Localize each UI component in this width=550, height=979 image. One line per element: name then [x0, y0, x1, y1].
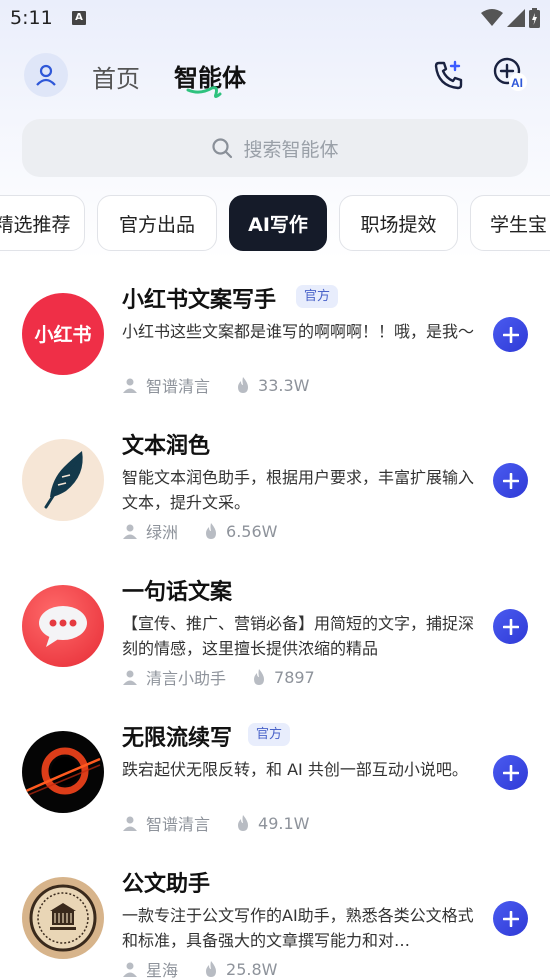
chip-official[interactable]: 官方出品 — [97, 195, 217, 251]
notification-icon: A — [72, 11, 86, 25]
user-icon — [123, 524, 137, 539]
phone-plus-icon — [434, 60, 463, 90]
agent-count: 25.8W — [226, 959, 278, 979]
category-tabs: 精选推荐 官方出品 AI写作 职场提效 学生宝 — [0, 195, 550, 251]
search-bar[interactable]: 搜索智能体 — [22, 119, 528, 177]
agent-description: 跌宕起伏无限反转，和 AI 共创一部互动小说吧。 — [122, 760, 468, 779]
feather-icon — [22, 439, 104, 521]
top-nav: 首页 智能体 AI — [0, 50, 550, 100]
chip-student[interactable]: 学生宝 — [470, 195, 550, 251]
flame-icon — [238, 815, 249, 831]
list-item[interactable]: 一句话文案 【宣传、推广、营销必备】用简短的文字，捕捉深刻的情感，这里擅长提供浓… — [0, 557, 550, 703]
list-item[interactable]: 无限流续写 官方 跌宕起伏无限反转，和 AI 共创一部互动小说吧。 智谱清言 4… — [0, 703, 550, 849]
agent-description: 【宣传、推广、营销必备】用简短的文字，捕捉深刻的情感，这里擅长提供浓缩的精品 — [122, 614, 475, 658]
agent-description: 小红书这些文案都是谁写的啊啊啊！！哦，是我～ — [122, 322, 475, 341]
black-hole-icon — [22, 731, 104, 813]
search-icon — [212, 138, 233, 159]
flame-icon — [206, 523, 217, 539]
agent-author: 星海 — [146, 961, 179, 979]
chip-ai-writing[interactable]: AI写作 — [229, 195, 327, 251]
plus-icon — [502, 472, 519, 489]
ai-create-button[interactable]: AI — [492, 56, 528, 96]
agent-meta: 清言小助手 7897 — [122, 665, 315, 689]
agent-author: 智谱清言 — [146, 377, 211, 396]
wifi-icon — [481, 9, 503, 26]
signal-icon — [507, 9, 525, 27]
user-icon — [36, 64, 56, 86]
chip-featured[interactable]: 精选推荐 — [0, 195, 85, 251]
flame-icon — [206, 961, 217, 977]
battery-icon — [529, 8, 540, 28]
status-icons — [481, 8, 540, 28]
agent-author: 智谱清言 — [146, 815, 211, 834]
list-item[interactable]: 小红书 小红书文案写手 官方 小红书这些文案都是谁写的啊啊啊！！哦，是我～ 智谱… — [0, 265, 550, 411]
agent-count: 33.3W — [258, 375, 310, 395]
add-agent-button[interactable] — [493, 901, 528, 936]
voice-call-button[interactable] — [432, 58, 466, 96]
add-agent-button[interactable] — [493, 463, 528, 498]
list-item[interactable]: 文本润色 智能文本润色助手，根据用户要求，丰富扩展输入文本，提升文采。 绿洲 6… — [0, 411, 550, 557]
agent-description: 一款专注于公文写作的AI助手，熟悉各类公文格式和标准，具备强大的文章撰写能力和对… — [122, 906, 474, 950]
add-agent-button[interactable] — [493, 317, 528, 352]
agent-count: 49.1W — [258, 813, 310, 833]
add-agent-button[interactable] — [493, 755, 528, 790]
profile-button[interactable] — [24, 53, 68, 97]
agent-title: 小红书文案写手 — [122, 288, 277, 313]
seal-icon — [22, 877, 104, 959]
tab-home[interactable]: 首页 — [92, 59, 140, 94]
user-icon — [123, 816, 137, 831]
active-tab-indicator — [186, 86, 222, 98]
chat-bubble-icon — [22, 585, 104, 667]
agent-author: 绿洲 — [146, 523, 179, 542]
agent-meta: 星海 25.8W — [122, 957, 277, 979]
agent-meta: 绿洲 6.56W — [122, 519, 277, 543]
ai-plus-icon: AI — [493, 57, 527, 91]
flame-icon — [238, 377, 249, 393]
agent-description: 智能文本润色助手，根据用户要求，丰富扩展输入文本，提升文采。 — [122, 468, 475, 512]
flame-icon — [254, 669, 265, 685]
agent-title: 文本润色 — [122, 434, 211, 459]
list-item[interactable]: 公文助手 一款专注于公文写作的AI助手，熟悉各类公文格式和标准，具备强大的文章撰… — [0, 849, 550, 979]
agent-title: 公文助手 — [122, 872, 211, 897]
agent-meta: 智谱清言 49.1W — [122, 811, 309, 835]
agent-count: 6.56W — [226, 521, 278, 541]
agent-count: 7897 — [274, 667, 315, 687]
user-icon — [123, 378, 137, 393]
agent-title: 一句话文案 — [122, 580, 233, 605]
plus-icon — [502, 618, 519, 635]
chip-workplace[interactable]: 职场提效 — [339, 195, 458, 251]
agent-title: 无限流续写 — [122, 726, 233, 751]
svg-text:AI: AI — [511, 76, 523, 90]
user-icon — [123, 962, 137, 977]
xiaohongshu-logo: 小红书 — [22, 293, 104, 375]
logo-text: 小红书 — [34, 323, 91, 346]
status-bar: 5:11 A — [0, 0, 550, 36]
official-badge: 官方 — [296, 285, 339, 308]
user-icon — [123, 670, 137, 685]
plus-icon — [502, 326, 519, 343]
agent-meta: 智谱清言 33.3W — [122, 373, 309, 397]
official-badge: 官方 — [248, 723, 291, 746]
agent-author: 清言小助手 — [146, 669, 227, 688]
status-time: 5:11 — [10, 7, 53, 29]
plus-icon — [502, 910, 519, 927]
search-placeholder: 搜索智能体 — [243, 138, 339, 161]
plus-icon — [502, 764, 519, 781]
add-agent-button[interactable] — [493, 609, 528, 644]
